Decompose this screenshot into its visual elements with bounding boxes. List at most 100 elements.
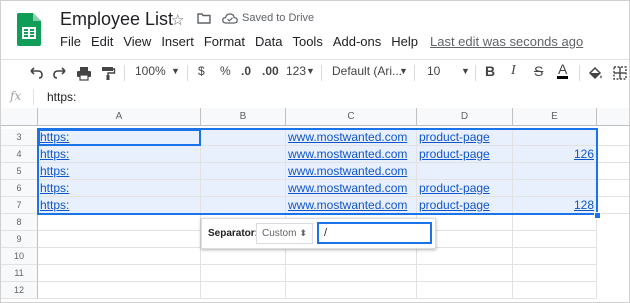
row-header-12[interactable]: 12 — [1, 282, 38, 299]
cell-E4[interactable]: 126 — [513, 146, 597, 163]
font-size-select[interactable]: 10 — [427, 64, 440, 78]
column-header-A[interactable]: A — [38, 108, 201, 126]
cell-C7[interactable]: www.mostwanted.com — [286, 197, 417, 214]
menu-addons[interactable]: Add-ons — [333, 34, 381, 49]
cell-F7[interactable] — [597, 197, 629, 214]
formula-input[interactable]: https: — [47, 90, 76, 104]
cell-D11[interactable] — [417, 265, 513, 282]
cell-A10[interactable] — [38, 248, 201, 265]
cell-E11[interactable] — [513, 265, 597, 282]
cell-E8[interactable] — [513, 214, 597, 231]
print-icon[interactable] — [76, 65, 92, 81]
increase-decimal-button[interactable]: .00 — [262, 64, 279, 78]
last-edit-link[interactable]: Last edit was seconds ago — [430, 34, 583, 49]
paint-format-icon[interactable] — [100, 65, 116, 81]
menu-data[interactable]: Data — [255, 34, 282, 49]
cell-F4[interactable] — [597, 146, 629, 163]
cell-C6[interactable]: www.mostwanted.com — [286, 180, 417, 197]
cell-A9[interactable] — [38, 231, 201, 248]
cell-B7[interactable] — [201, 197, 286, 214]
cell-E9[interactable] — [513, 231, 597, 248]
cell-D10[interactable] — [417, 248, 513, 265]
column-header-D[interactable]: D — [417, 108, 513, 126]
cell-F5[interactable] — [597, 163, 629, 180]
row-header-11[interactable]: 11 — [1, 265, 38, 282]
menu-tools[interactable]: Tools — [292, 34, 322, 49]
font-chevron-down-icon[interactable]: ▼ — [399, 66, 408, 76]
cell-A7[interactable]: https: — [38, 197, 201, 214]
fill-handle[interactable] — [594, 212, 601, 219]
borders-icon[interactable] — [612, 65, 628, 81]
row-header-9[interactable]: 9 — [1, 231, 38, 248]
cell-D7[interactable]: product-page — [417, 197, 513, 214]
cell-D5[interactable] — [417, 163, 513, 180]
cell-B10[interactable] — [201, 248, 286, 265]
number-format-chevron-down-icon[interactable]: ▼ — [306, 66, 315, 76]
cell-C3[interactable]: www.mostwanted.com — [286, 129, 417, 146]
column-header-F[interactable] — [597, 108, 629, 126]
move-folder-icon[interactable] — [197, 12, 211, 24]
separator-select[interactable]: Custom ⬍ — [256, 223, 313, 244]
cell-C11[interactable] — [286, 265, 417, 282]
decrease-decimal-button[interactable]: .0 — [241, 64, 251, 78]
cell-E10[interactable] — [513, 248, 597, 265]
cell-D12[interactable] — [417, 282, 513, 299]
cell-C5[interactable]: www.mostwanted.com — [286, 163, 417, 180]
column-header-E[interactable]: E — [513, 108, 597, 126]
cell-C4[interactable]: www.mostwanted.com — [286, 146, 417, 163]
cell-D4[interactable]: product-page — [417, 146, 513, 163]
zoom-chevron-down-icon[interactable]: ▼ — [171, 66, 180, 76]
cell-A6[interactable]: https: — [38, 180, 201, 197]
menu-view[interactable]: View — [123, 34, 151, 49]
cell-E3[interactable] — [513, 129, 597, 146]
cell-B6[interactable] — [201, 180, 286, 197]
sheets-logo-icon[interactable] — [17, 13, 41, 46]
cell-D3[interactable]: product-page — [417, 129, 513, 146]
document-title[interactable]: Employee List — [60, 9, 173, 30]
percent-format-button[interactable]: % — [220, 64, 231, 78]
row-header-4[interactable]: 4 — [1, 146, 38, 163]
font-size-chevron-down-icon[interactable]: ▼ — [461, 66, 470, 76]
cell-B12[interactable] — [201, 282, 286, 299]
strikethrough-button[interactable]: S — [534, 63, 543, 79]
cell-E12[interactable] — [513, 282, 597, 299]
menu-help[interactable]: Help — [391, 34, 418, 49]
currency-format-button[interactable]: $ — [198, 64, 205, 78]
cell-A5[interactable]: https: — [38, 163, 201, 180]
fill-color-icon[interactable] — [587, 65, 603, 81]
row-header-6[interactable]: 6 — [1, 180, 38, 197]
zoom-select[interactable]: 100% — [135, 64, 166, 78]
row-header-5[interactable]: 5 — [1, 163, 38, 180]
row-header-7[interactable]: 7 — [1, 197, 38, 214]
cell-B3[interactable] — [201, 129, 286, 146]
bold-button[interactable]: B — [485, 63, 495, 79]
redo-icon[interactable] — [52, 65, 68, 81]
row-header-3[interactable]: 3 — [1, 129, 38, 146]
star-icon[interactable]: ☆ — [171, 11, 184, 29]
column-header-B[interactable]: B — [201, 108, 286, 126]
cell-A8[interactable] — [38, 214, 201, 231]
cell-B11[interactable] — [201, 265, 286, 282]
cell-C12[interactable] — [286, 282, 417, 299]
cell-E7[interactable]: 128 — [513, 197, 597, 214]
custom-separator-input[interactable]: / — [317, 222, 432, 244]
cell-D6[interactable]: product-page — [417, 180, 513, 197]
menu-edit[interactable]: Edit — [91, 34, 113, 49]
font-select[interactable]: Default (Ari... — [332, 64, 402, 78]
italic-button[interactable]: I — [511, 63, 516, 79]
row-header-8[interactable]: 8 — [1, 214, 38, 231]
menu-file[interactable]: File — [60, 34, 81, 49]
text-color-button[interactable]: A — [557, 62, 569, 79]
cell-F3[interactable] — [597, 129, 629, 146]
undo-icon[interactable] — [28, 65, 44, 81]
row-header-10[interactable]: 10 — [1, 248, 38, 265]
cell-A11[interactable] — [38, 265, 201, 282]
cell-E5[interactable] — [513, 163, 597, 180]
cell-A12[interactable] — [38, 282, 201, 299]
cell-A4[interactable]: https: — [38, 146, 201, 163]
cell-B5[interactable] — [201, 163, 286, 180]
select-all-corner[interactable] — [1, 108, 38, 126]
cell-E6[interactable] — [513, 180, 597, 197]
cell-B4[interactable] — [201, 146, 286, 163]
cell-C10[interactable] — [286, 248, 417, 265]
